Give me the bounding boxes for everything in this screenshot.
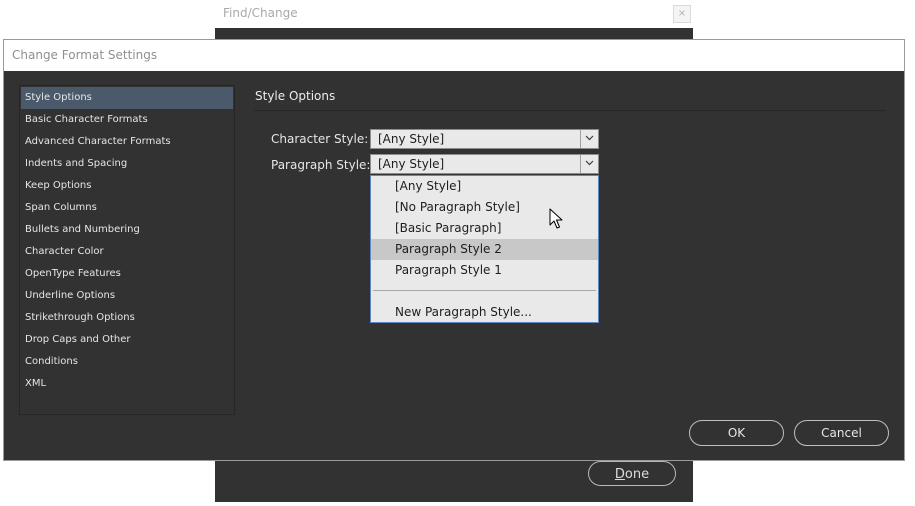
category-character-color[interactable]: Character Color xyxy=(21,241,233,263)
character-style-value: [Any Style] xyxy=(378,132,445,146)
category-basic-character-formats[interactable]: Basic Character Formats xyxy=(21,109,233,131)
change-format-settings-dialog: Change Format Settings Style Options Bas… xyxy=(3,39,905,461)
dialog-titlebar: Change Format Settings xyxy=(4,40,904,71)
panel-divider xyxy=(254,110,886,111)
category-advanced-character-formats[interactable]: Advanced Character Formats xyxy=(21,131,233,153)
category-list: Style Options Basic Character Formats Ad… xyxy=(19,85,235,415)
ok-button[interactable]: OK xyxy=(689,420,784,446)
category-conditions[interactable]: Conditions xyxy=(21,351,233,373)
chevron-down-icon[interactable] xyxy=(580,130,598,148)
dropdown-option-basic-paragraph[interactable]: [Basic Paragraph] xyxy=(371,218,598,239)
find-change-title: Find/Change xyxy=(223,6,298,20)
panel-heading: Style Options xyxy=(255,89,336,103)
category-bullets-and-numbering[interactable]: Bullets and Numbering xyxy=(21,219,233,241)
category-keep-options[interactable]: Keep Options xyxy=(21,175,233,197)
paragraph-style-select[interactable]: [Any Style] xyxy=(370,154,599,174)
done-button[interactable]: Done xyxy=(588,461,676,486)
category-strikethrough-options[interactable]: Strikethrough Options xyxy=(21,307,233,329)
category-xml[interactable]: XML xyxy=(21,373,233,395)
chevron-down-icon[interactable] xyxy=(580,155,598,173)
character-style-label: Character Style: xyxy=(271,132,369,146)
dropdown-option-new-paragraph-style[interactable]: New Paragraph Style... xyxy=(371,302,598,323)
paragraph-style-label: Paragraph Style: xyxy=(271,158,371,172)
dropdown-option-no-paragraph-style[interactable]: [No Paragraph Style] xyxy=(371,197,598,218)
dropdown-option-paragraph-style-1[interactable]: Paragraph Style 1 xyxy=(371,260,598,281)
find-change-close-button[interactable]: × xyxy=(673,5,691,23)
category-drop-caps-and-other[interactable]: Drop Caps and Other xyxy=(21,329,233,351)
paragraph-style-value: [Any Style] xyxy=(378,157,445,171)
dialog-title: Change Format Settings xyxy=(12,48,158,62)
paragraph-style-dropdown: [Any Style] [No Paragraph Style] [Basic … xyxy=(370,175,599,323)
category-span-columns[interactable]: Span Columns xyxy=(21,197,233,219)
mouse-pointer-icon xyxy=(549,208,563,229)
done-mnemonic: D xyxy=(614,467,625,482)
category-style-options[interactable]: Style Options xyxy=(21,87,233,109)
find-change-titlebar: Find/Change × xyxy=(215,0,693,28)
dropdown-option-paragraph-style-2[interactable]: Paragraph Style 2 xyxy=(371,239,598,260)
dropdown-option-any-style[interactable]: [Any Style] xyxy=(371,176,598,197)
category-indents-and-spacing[interactable]: Indents and Spacing xyxy=(21,153,233,175)
category-opentype-features[interactable]: OpenType Features xyxy=(21,263,233,285)
category-underline-options[interactable]: Underline Options xyxy=(21,285,233,307)
character-style-select[interactable]: [Any Style] xyxy=(370,129,599,149)
cancel-button[interactable]: Cancel xyxy=(794,420,889,446)
done-label-rest: one xyxy=(624,467,650,482)
dropdown-separator xyxy=(373,290,596,291)
